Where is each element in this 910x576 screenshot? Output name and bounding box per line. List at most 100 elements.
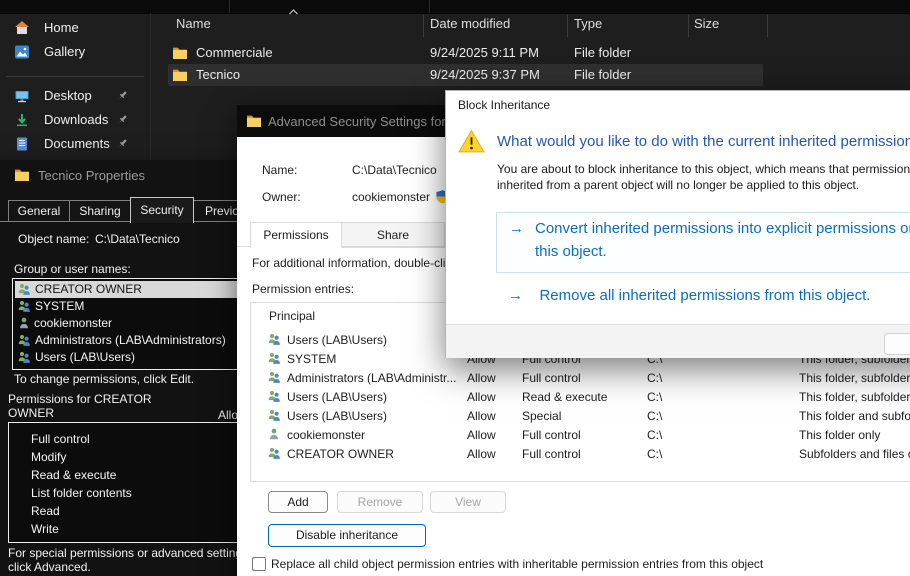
pin-icon	[116, 113, 129, 129]
list-item-system[interactable]: SYSTEM	[15, 298, 84, 315]
dialog-heading: What would you like to do with the curre…	[497, 133, 910, 150]
column-header-type[interactable]: Type	[574, 16, 602, 31]
table-row[interactable]: cookiemonster Allow Full control C:\ Thi…	[251, 426, 910, 445]
file-date: 9/24/2025 9:11 PM	[430, 45, 539, 60]
folder-icon	[172, 67, 188, 86]
permission-item[interactable]: Write	[31, 521, 59, 538]
edit-hint: To change permissions, click Edit.	[14, 372, 194, 386]
block-inheritance-dialog: Block Inheritance What would you like to…	[445, 90, 910, 358]
object-name-label: Object name:	[18, 232, 89, 246]
downloads-icon	[14, 112, 30, 131]
table-row[interactable]: Users (LAB\Users) Allow Special C:\ This…	[251, 407, 910, 426]
folder-icon	[246, 113, 262, 132]
owner-label: Owner:	[262, 190, 301, 204]
list-item-users[interactable]: Users (LAB\Users)	[15, 349, 135, 366]
remove-button[interactable]: Remove	[337, 491, 423, 513]
group-icon	[267, 331, 282, 350]
permission-item[interactable]: Read	[31, 503, 60, 520]
file-date: 9/24/2025 9:37 PM	[430, 67, 540, 82]
list-item-cookiemonster[interactable]: cookiemonster	[15, 315, 112, 332]
tab-general[interactable]: General	[8, 200, 70, 222]
tab-permissions[interactable]: Permissions	[250, 222, 342, 248]
cancel-button[interactable]: Cancel	[884, 333, 910, 355]
group-user-names-label: Group or user names:	[14, 262, 131, 276]
folder-icon	[14, 167, 30, 186]
table-row[interactable]: CREATOR OWNER Allow Full control C:\ Sub…	[251, 445, 910, 464]
sidebar-item-label: Downloads	[44, 112, 108, 127]
arrow-right-icon: →	[509, 220, 524, 237]
dialog-footer: Cancel	[446, 324, 910, 358]
principal-header[interactable]: Principal	[269, 309, 315, 323]
column-divider[interactable]	[688, 15, 689, 37]
body-text-line2: inherited from a parent object will no l…	[497, 178, 910, 192]
sidebar-item-label: Documents	[44, 136, 110, 151]
file-name: Commerciale	[196, 45, 273, 60]
name-label: Name:	[262, 163, 297, 177]
permissions-for-label: Permissions for CREATOR	[8, 392, 152, 406]
sidebar-item-documents[interactable]: Documents	[6, 132, 146, 156]
permission-item[interactable]: List folder contents	[31, 485, 132, 502]
table-row[interactable]: Users (LAB\Users) Allow Read & execute C…	[251, 388, 910, 407]
file-row-commerciale[interactable]: Commerciale 9/24/2025 9:11 PM File folde…	[168, 42, 763, 64]
sidebar-item-desktop[interactable]: Desktop	[6, 84, 146, 108]
object-name-value: C:\Data\Tecnico	[95, 232, 180, 246]
replace-permissions-checkbox[interactable]	[252, 557, 266, 571]
folder-icon	[172, 45, 188, 64]
group-icon	[267, 388, 282, 407]
owner-value: cookiemonster	[352, 190, 430, 204]
desktop-icon	[14, 88, 30, 107]
column-header-date-modified[interactable]: Date modified	[430, 16, 510, 31]
body-text-line1: You are about to block inheritance to th…	[497, 162, 910, 176]
table-row[interactable]: Administrators (LAB\Administr... Allow F…	[251, 369, 910, 388]
permission-item[interactable]: Special permissions	[31, 539, 138, 543]
tab-security[interactable]: Security	[130, 197, 194, 223]
strip-divider	[429, 0, 430, 13]
file-name: Tecnico	[196, 67, 240, 82]
sidebar-item-home[interactable]: Home	[6, 16, 146, 40]
sidebar-item-label: Desktop	[44, 88, 92, 103]
column-divider[interactable]	[767, 15, 768, 37]
sidebar-separator	[6, 76, 144, 77]
pin-icon	[116, 89, 129, 105]
sidebar-divider	[150, 13, 151, 160]
advanced-hint2: click Advanced.	[8, 560, 91, 574]
permission-entries-label: Permission entries:	[252, 282, 354, 296]
column-header-name[interactable]: Name	[176, 16, 211, 31]
tab-sharing[interactable]: Sharing	[69, 200, 131, 222]
strip-divider	[229, 0, 230, 13]
warning-icon	[458, 129, 485, 159]
sidebar-item-gallery[interactable]: Gallery	[6, 40, 146, 64]
add-button[interactable]: Add	[268, 491, 328, 513]
home-icon	[14, 20, 30, 39]
replace-permissions-label: Replace all child object permission entr…	[271, 557, 910, 571]
convert-permissions-command-link[interactable]: → Convert inherited permissions into exp…	[496, 212, 910, 273]
gallery-icon	[14, 44, 30, 63]
sidebar-item-label: Gallery	[44, 44, 85, 59]
disable-inheritance-button[interactable]: Disable inheritance	[268, 524, 426, 547]
column-header-size[interactable]: Size	[694, 16, 719, 31]
name-value: C:\Data\Tecnico	[352, 163, 437, 177]
permission-item[interactable]: Full control	[31, 431, 90, 448]
column-divider[interactable]	[567, 15, 568, 37]
tab-share[interactable]: Share	[341, 222, 445, 248]
file-row-tecnico[interactable]: Tecnico 9/24/2025 9:37 PM File folder	[168, 64, 763, 86]
group-icon	[267, 407, 282, 426]
group-icon	[267, 369, 282, 388]
advanced-hint: For special permissions or advanced sett…	[8, 546, 251, 560]
list-item-administrators[interactable]: Administrators (LAB\Administrators)	[15, 332, 226, 349]
permissions-for-label2: OWNER	[8, 406, 54, 420]
sidebar-item-downloads[interactable]: Downloads	[6, 108, 146, 132]
file-type: File folder	[574, 67, 631, 82]
sort-chevron-up-icon	[287, 3, 300, 21]
view-button[interactable]: View	[430, 491, 506, 513]
group-icon	[17, 350, 32, 369]
sidebar-item-label: Home	[44, 20, 79, 35]
arrow-right-icon: →	[508, 287, 523, 304]
permission-item[interactable]: Read & execute	[31, 467, 116, 484]
column-divider[interactable]	[423, 15, 424, 37]
remove-permissions-command-link[interactable]: → Remove all inherited permissions from …	[508, 287, 870, 309]
documents-icon	[14, 136, 30, 155]
group-icon	[267, 445, 282, 464]
permission-item[interactable]: Modify	[31, 449, 66, 466]
dialog-title: Tecnico Properties	[38, 168, 145, 183]
